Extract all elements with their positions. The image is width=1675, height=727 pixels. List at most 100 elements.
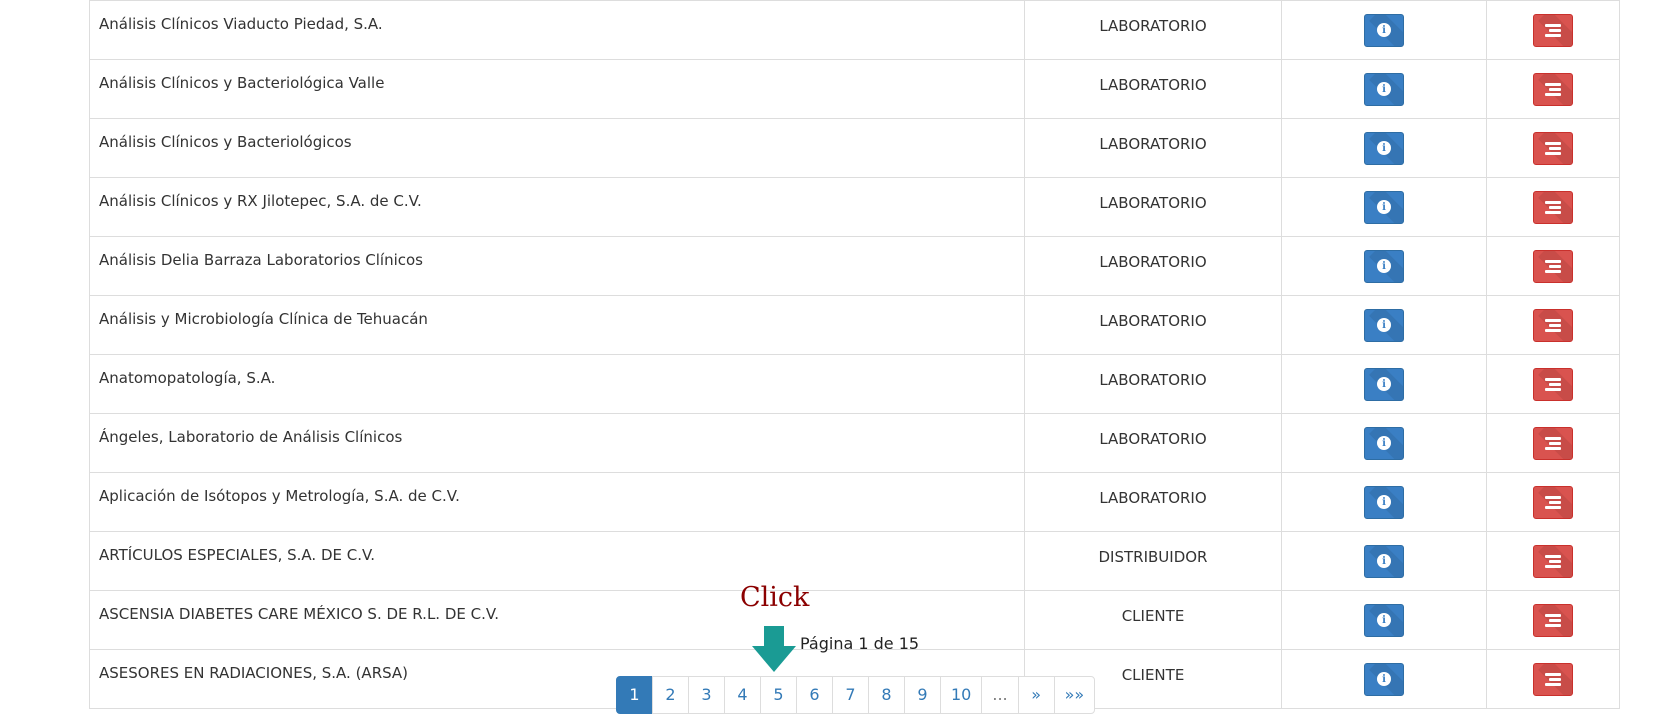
info-cell: i bbox=[1281, 59, 1487, 119]
info-button[interactable]: i bbox=[1364, 72, 1404, 106]
company-type: LABORATORIO bbox=[1024, 472, 1282, 532]
info-circle-icon: i bbox=[1377, 141, 1391, 155]
details-button[interactable] bbox=[1533, 131, 1573, 165]
details-cell bbox=[1486, 177, 1620, 237]
table-row: Análisis Clínicos y Bacteriológica Valle… bbox=[89, 59, 1620, 119]
info-circle-icon: i bbox=[1377, 82, 1391, 96]
page-link[interactable]: 5 bbox=[760, 676, 797, 714]
company-type: LABORATORIO bbox=[1024, 0, 1282, 60]
company-type: LABORATORIO bbox=[1024, 354, 1282, 414]
list-icon bbox=[1545, 495, 1561, 509]
info-circle-icon: i bbox=[1377, 200, 1391, 214]
list-icon bbox=[1545, 259, 1561, 273]
info-button[interactable]: i bbox=[1364, 485, 1404, 519]
info-button[interactable]: i bbox=[1364, 131, 1404, 165]
details-button[interactable] bbox=[1533, 72, 1573, 106]
table-row: Análisis Clínicos Viaducto Piedad, S.A. L… bbox=[89, 0, 1620, 60]
company-name: Análisis Clínicos Viaducto Piedad, S.A. bbox=[99, 15, 383, 33]
info-button[interactable]: i bbox=[1364, 662, 1404, 696]
page-link[interactable]: 6 bbox=[796, 676, 833, 714]
company-name-cell: ARTÍCULOS ESPECIALES, S.A. DE C.V. bbox=[89, 531, 1025, 591]
page-link[interactable]: 2 bbox=[652, 676, 689, 714]
details-button[interactable] bbox=[1533, 249, 1573, 283]
table-row: Análisis Clínicos y RX Jilotepec, S.A. d… bbox=[89, 177, 1620, 237]
info-button[interactable]: i bbox=[1364, 603, 1404, 637]
results-table-body: Análisis Clínicos Viaducto Piedad, S.A. L… bbox=[89, 0, 1620, 709]
page-link[interactable]: 10 bbox=[940, 676, 983, 714]
info-cell: i bbox=[1281, 590, 1487, 650]
results-table-container: Análisis Clínicos Viaducto Piedad, S.A. L… bbox=[89, 0, 1620, 709]
details-button[interactable] bbox=[1533, 190, 1573, 224]
info-circle-icon: i bbox=[1377, 436, 1391, 450]
next-page-link[interactable]: » bbox=[1017, 676, 1055, 714]
list-icon bbox=[1545, 554, 1561, 568]
info-button[interactable]: i bbox=[1364, 367, 1404, 401]
company-name: Análisis Clínicos y Bacteriológica Valle bbox=[99, 74, 385, 92]
page-link[interactable]: 9 bbox=[904, 676, 941, 714]
company-name: ASCENSIA DIABETES CARE MÉXICO S. DE R.L.… bbox=[99, 605, 499, 623]
info-button[interactable]: i bbox=[1364, 308, 1404, 342]
company-type: LABORATORIO bbox=[1024, 413, 1282, 473]
info-button[interactable]: i bbox=[1364, 13, 1404, 47]
info-cell: i bbox=[1281, 649, 1487, 709]
info-cell: i bbox=[1281, 118, 1487, 178]
results-table: Análisis Clínicos Viaducto Piedad, S.A. L… bbox=[89, 0, 1620, 709]
company-name: ARTÍCULOS ESPECIALES, S.A. DE C.V. bbox=[99, 546, 376, 564]
details-button[interactable] bbox=[1533, 13, 1573, 47]
info-circle-icon: i bbox=[1377, 377, 1391, 391]
details-cell bbox=[1486, 590, 1620, 650]
details-button[interactable] bbox=[1533, 367, 1573, 401]
info-circle-icon: i bbox=[1377, 495, 1391, 509]
details-button[interactable] bbox=[1533, 308, 1573, 342]
company-name: Análisis Clínicos y Bacteriológicos bbox=[99, 133, 352, 151]
page-link[interactable]: 7 bbox=[832, 676, 869, 714]
page-link-current[interactable]: 1 bbox=[616, 676, 653, 714]
company-type: CLIENTE bbox=[1024, 590, 1282, 650]
list-icon bbox=[1545, 672, 1561, 686]
details-cell bbox=[1486, 0, 1620, 60]
details-cell bbox=[1486, 59, 1620, 119]
info-circle-icon: i bbox=[1377, 672, 1391, 686]
list-icon bbox=[1545, 200, 1561, 214]
info-cell: i bbox=[1281, 413, 1487, 473]
info-circle-icon: i bbox=[1377, 554, 1391, 568]
details-cell bbox=[1486, 531, 1620, 591]
company-name-cell: Anatomopatología, S.A. bbox=[89, 354, 1025, 414]
details-cell bbox=[1486, 118, 1620, 178]
list-icon bbox=[1545, 377, 1561, 391]
table-row: Ángeles, Laboratorio de Análisis Clínico… bbox=[89, 413, 1620, 473]
info-button[interactable]: i bbox=[1364, 544, 1404, 578]
info-button[interactable]: i bbox=[1364, 249, 1404, 283]
info-cell: i bbox=[1281, 472, 1487, 532]
info-cell: i bbox=[1281, 295, 1487, 355]
details-button[interactable] bbox=[1533, 544, 1573, 578]
company-name: Aplicación de Isótopos y Metrología, S.A… bbox=[99, 487, 460, 505]
page-link[interactable]: 3 bbox=[688, 676, 725, 714]
list-icon bbox=[1545, 82, 1561, 96]
company-name-cell: Análisis Clínicos y RX Jilotepec, S.A. d… bbox=[89, 177, 1025, 237]
page-link[interactable]: 4 bbox=[724, 676, 761, 714]
company-name: Análisis Delia Barraza Laboratorios Clín… bbox=[99, 251, 423, 269]
info-button[interactable]: i bbox=[1364, 190, 1404, 224]
arrow-down-icon bbox=[752, 626, 796, 672]
page-info-text: Página 1 de 15 bbox=[800, 634, 920, 653]
details-button[interactable] bbox=[1533, 426, 1573, 460]
list-icon bbox=[1545, 318, 1561, 332]
table-row: Aplicación de Isótopos y Metrología, S.A… bbox=[89, 472, 1620, 532]
details-button[interactable] bbox=[1533, 485, 1573, 519]
details-button[interactable] bbox=[1533, 603, 1573, 637]
company-name-cell: Ángeles, Laboratorio de Análisis Clínico… bbox=[89, 413, 1025, 473]
last-page-link[interactable]: »» bbox=[1053, 676, 1096, 714]
details-cell bbox=[1486, 354, 1620, 414]
details-button[interactable] bbox=[1533, 662, 1573, 696]
list-icon bbox=[1545, 23, 1561, 37]
info-circle-icon: i bbox=[1377, 259, 1391, 273]
table-row: ARTÍCULOS ESPECIALES, S.A. DE C.V. DISTRI… bbox=[89, 531, 1620, 591]
company-name-cell: Análisis Clínicos Viaducto Piedad, S.A. bbox=[89, 0, 1025, 60]
info-button[interactable]: i bbox=[1364, 426, 1404, 460]
page-link[interactable]: 8 bbox=[868, 676, 905, 714]
details-cell bbox=[1486, 649, 1620, 709]
list-icon bbox=[1545, 613, 1561, 627]
company-name: Anatomopatología, S.A. bbox=[99, 369, 276, 387]
company-type: LABORATORIO bbox=[1024, 59, 1282, 119]
